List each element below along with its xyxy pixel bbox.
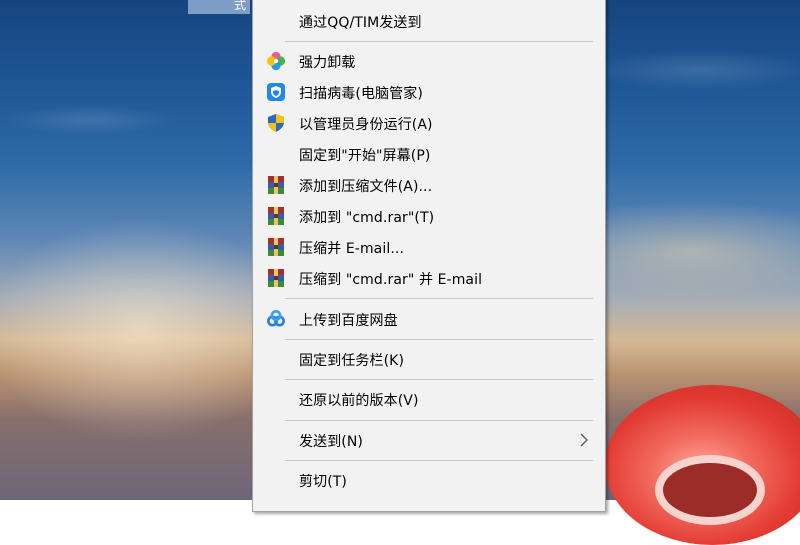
selected-desktop-item[interactable]: 式	[188, 0, 250, 14]
menu-item-compress-and-email[interactable]: 压缩并 E-mail...	[256, 232, 602, 262]
menu-item-pin-to-taskbar[interactable]: 固定到任务栏(K)	[256, 344, 602, 374]
menu-item-label: 固定到任务栏(K)	[299, 353, 405, 369]
winrar-icon	[266, 268, 286, 288]
menu-item-scan-virus[interactable]: 扫描病毒(电脑管家)	[256, 77, 602, 107]
menu-item-label: 扫描病毒(电脑管家)	[299, 86, 423, 102]
menu-separator	[285, 379, 593, 380]
menu-item-cut[interactable]: 剪切(T)	[256, 465, 602, 495]
context-menu: 通过QQ/TIM发送到 强力卸载 扫描病毒(电脑管家) 以管理员身份运行(A) …	[252, 0, 606, 512]
desktop-wallpaper-red-object-hub	[655, 455, 765, 525]
menu-item-label: 通过QQ/TIM发送到	[299, 15, 422, 31]
menu-separator	[285, 460, 593, 461]
tencent-pc-manager-shield-icon	[266, 82, 286, 102]
menu-item-label: 还原以前的版本(V)	[299, 393, 419, 409]
menu-item-label: 强力卸载	[299, 55, 356, 71]
menu-item-label: 添加到压缩文件(A)...	[299, 179, 433, 195]
menu-separator	[285, 339, 593, 340]
menu-item-force-uninstall[interactable]: 强力卸载	[256, 46, 602, 76]
menu-item-run-as-admin[interactable]: 以管理员身份运行(A)	[256, 108, 602, 138]
menu-item-label: 添加到 "cmd.rar"(T)	[299, 210, 435, 226]
menu-item-upload-to-baidu-netdisk[interactable]: 上传到百度网盘	[256, 304, 602, 334]
menu-item-label: 压缩并 E-mail...	[299, 241, 404, 257]
menu-item-restore-previous-versions[interactable]: 还原以前的版本(V)	[256, 384, 602, 414]
chevron-right-icon	[578, 432, 590, 448]
menu-item-label: 发送到(N)	[299, 434, 363, 450]
winrar-icon	[266, 237, 286, 257]
menu-item-label: 以管理员身份运行(A)	[299, 117, 433, 133]
uac-shield-icon	[266, 113, 286, 133]
menu-item-pin-to-start[interactable]: 固定到"开始"屏幕(P)	[256, 139, 602, 169]
menu-separator	[285, 298, 593, 299]
menu-item-send-to[interactable]: 发送到(N)	[256, 425, 602, 455]
menu-item-label: 固定到"开始"屏幕(P)	[299, 148, 431, 164]
menu-separator	[285, 420, 593, 421]
menu-item-add-to-cmd-rar[interactable]: 添加到 "cmd.rar"(T)	[256, 201, 602, 231]
winrar-icon	[266, 175, 286, 195]
menu-separator	[285, 41, 593, 42]
menu-item-add-to-archive[interactable]: 添加到压缩文件(A)...	[256, 170, 602, 200]
menu-item-send-via-qq-tim[interactable]: 通过QQ/TIM发送到	[256, 6, 602, 36]
menu-item-compress-to-cmd-rar-and-email[interactable]: 压缩到 "cmd.rar" 并 E-mail	[256, 263, 602, 293]
selected-desktop-item-label: 式	[233, 0, 246, 12]
winrar-icon	[266, 206, 286, 226]
pinwheel-icon	[266, 51, 286, 71]
menu-item-label: 压缩到 "cmd.rar" 并 E-mail	[299, 272, 483, 288]
menu-item-label: 剪切(T)	[299, 474, 347, 490]
baidu-netdisk-icon	[266, 309, 286, 329]
menu-item-label: 上传到百度网盘	[299, 313, 398, 329]
